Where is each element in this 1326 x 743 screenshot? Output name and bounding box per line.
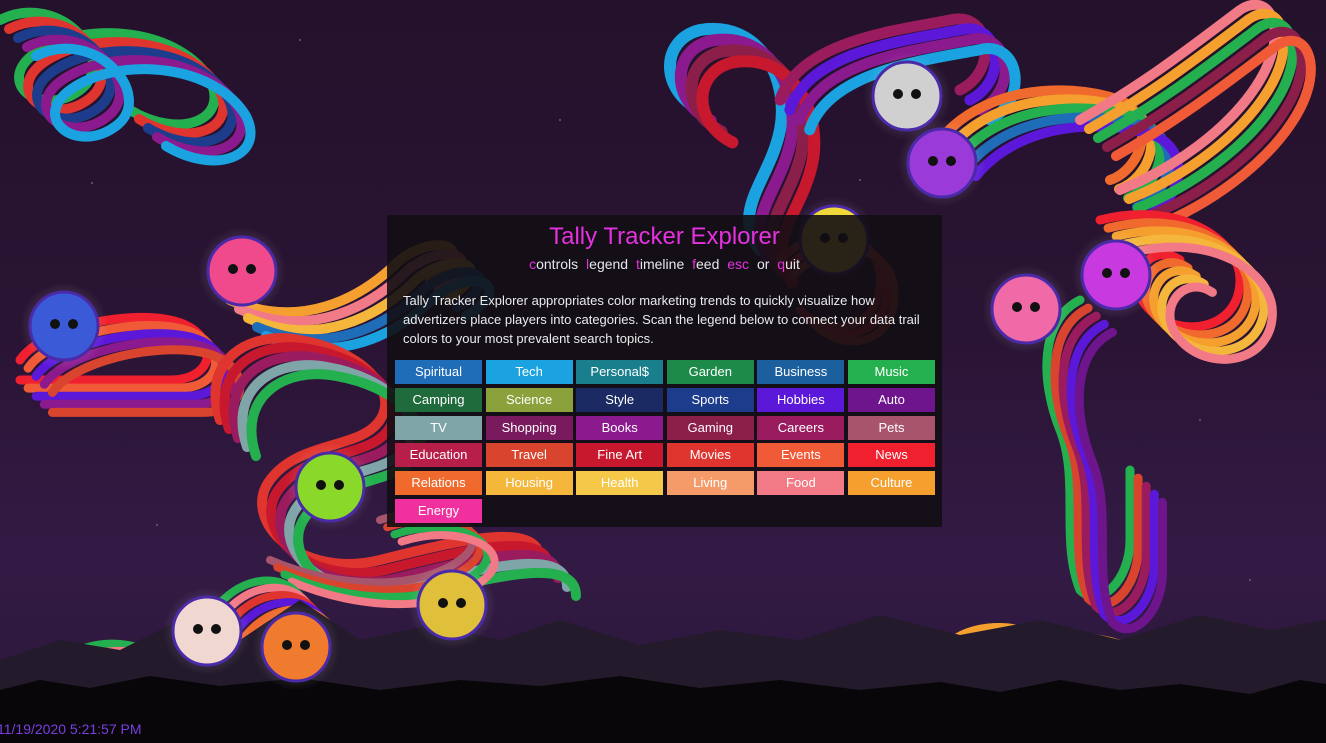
player-orange-eye (282, 640, 292, 650)
legend-culture[interactable]: Culture (847, 471, 935, 496)
legend-spiritual[interactable]: Spiritual (395, 360, 482, 384)
legend-hobbies[interactable]: Hobbies (757, 387, 845, 412)
panel-description: Tally Tracker Explorer appropriates colo… (403, 293, 920, 346)
player-blue-glasses-2-eye (438, 598, 448, 608)
legend-science[interactable]: Science (485, 387, 573, 412)
player-purple-eyes[interactable] (898, 119, 986, 207)
legend-sports[interactable]: Sports (666, 387, 754, 412)
legend-energy[interactable]: Energy (395, 498, 482, 523)
player-magenta-checks-eye (1102, 268, 1112, 278)
legend-personal[interactable]: Personal$ (576, 360, 664, 384)
player-purple-eyes-eye (946, 156, 956, 166)
explorer-panel: Tally Tracker Explorer controls legend t… (387, 215, 942, 527)
legend-business[interactable]: Business (757, 360, 845, 384)
player-magenta-checks[interactable] (1072, 231, 1160, 319)
menu-item-timeline[interactable]: timeline (636, 256, 684, 272)
menu-item-esc[interactable]: esc (727, 256, 749, 272)
legend-tv[interactable]: TV (395, 415, 482, 440)
player-green-yellow[interactable] (286, 443, 374, 531)
player-floral[interactable] (163, 587, 251, 675)
legend-garden[interactable]: Garden (666, 360, 754, 384)
player-blue-glasses-eye (68, 319, 78, 329)
legend-events[interactable]: Events (757, 443, 845, 468)
legend-relations[interactable]: Relations (395, 471, 482, 496)
menu-item-legend[interactable]: legend (586, 256, 628, 272)
player-floral-eye (193, 624, 203, 634)
player-blue-glasses[interactable] (20, 282, 108, 370)
player-silver-foil-eye (911, 89, 921, 99)
legend-camping[interactable]: Camping (395, 387, 482, 412)
legend-health[interactable]: Health (576, 471, 664, 496)
player-pink-sunglasses-eye (1030, 302, 1040, 312)
menu-bar: controls legend timeline feed esc or qui… (387, 256, 942, 272)
legend-movies[interactable]: Movies (666, 443, 754, 468)
menu-item-feed[interactable]: feed (692, 256, 719, 272)
player-blue-glasses-eye (50, 319, 60, 329)
player-pink-sunglasses[interactable] (982, 265, 1070, 353)
player-orange[interactable] (252, 603, 340, 691)
menu-item-quit[interactable]: quit (777, 256, 800, 272)
player-green-yellow-eye (316, 480, 326, 490)
legend-gaming[interactable]: Gaming (666, 415, 754, 440)
legend-auto[interactable]: Auto (847, 387, 935, 412)
legend-education[interactable]: Education (395, 443, 482, 468)
player-magenta-checks-eye (1120, 268, 1130, 278)
panel-title: Tally Tracker Explorer (549, 223, 780, 250)
menu-item-controls[interactable]: controls (529, 256, 578, 272)
player-green-yellow-eye (334, 480, 344, 490)
player-silver-foil-eye (893, 89, 903, 99)
legend-pets[interactable]: Pets (847, 415, 935, 440)
player-pink-zigzag[interactable] (198, 227, 286, 315)
legend-news[interactable]: News (847, 443, 935, 468)
legend-books[interactable]: Books (576, 415, 664, 440)
legend-careers[interactable]: Careers (757, 415, 845, 440)
player-purple-eyes-eye (928, 156, 938, 166)
legend-living[interactable]: Living (666, 471, 754, 496)
player-pink-zigzag-eye (246, 264, 256, 274)
player-floral-eye (211, 624, 221, 634)
legend-grid: Spiritual Tech Personal$ Garden Business Musi… (395, 360, 940, 523)
legend-style[interactable]: Style (576, 387, 664, 412)
player-blue-glasses-2-eye (456, 598, 466, 608)
legend-fine-art[interactable]: Fine Art (576, 443, 664, 468)
legend-music[interactable]: Music (847, 360, 935, 384)
player-blue-glasses-2[interactable] (408, 561, 496, 649)
player-pink-zigzag-eye (228, 264, 238, 274)
legend-housing[interactable]: Housing (485, 471, 573, 496)
player-orange-eye (300, 640, 310, 650)
timestamp: 11/19/2020 5:21:57 PM (0, 721, 142, 737)
player-pink-sunglasses-eye (1012, 302, 1022, 312)
menu-separator-or: or (756, 256, 770, 272)
legend-shopping[interactable]: Shopping (485, 415, 573, 440)
legend-tech[interactable]: Tech (485, 360, 573, 384)
legend-travel[interactable]: Travel (485, 443, 573, 468)
legend-food[interactable]: Food (757, 471, 845, 496)
